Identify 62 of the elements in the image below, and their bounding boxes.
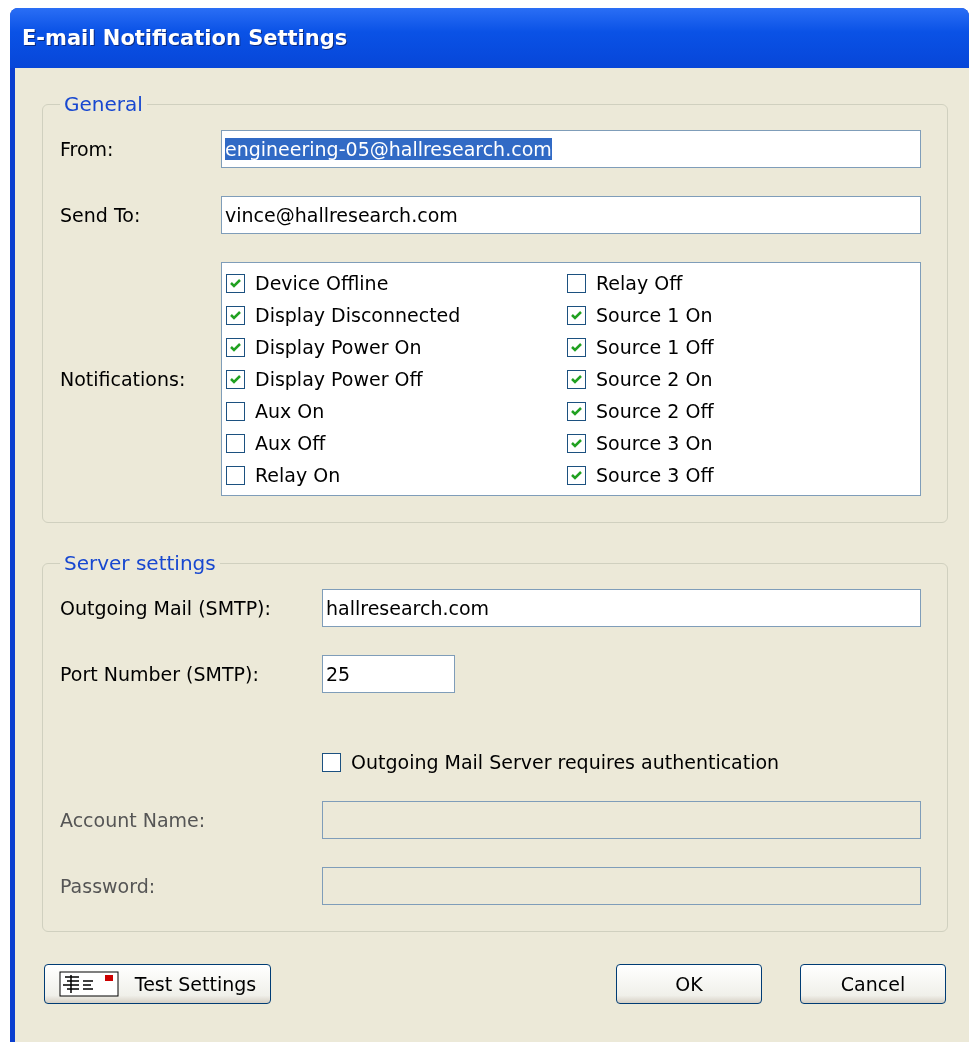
field-label: Account Name: — [60, 809, 207, 831]
checkbox[interactable] — [226, 273, 245, 293]
check-icon — [229, 308, 242, 322]
envelope-icon — [58, 971, 119, 997]
checkbox[interactable] — [567, 401, 586, 421]
check-icon — [570, 372, 583, 386]
checkbox[interactable] — [567, 369, 586, 389]
field-value: 25 — [326, 663, 351, 685]
checkbox[interactable] — [567, 433, 586, 453]
field-label: From: — [60, 138, 115, 160]
field-label: Outgoing Mail (SMTP): — [60, 597, 272, 619]
checkbox[interactable] — [567, 273, 586, 293]
checkbox-label[interactable]: Aux On — [255, 400, 325, 422]
check-icon — [570, 404, 583, 418]
checkbox-label[interactable]: Display Disconnected — [255, 304, 461, 326]
checkbox[interactable] — [226, 337, 245, 357]
checkbox[interactable] — [567, 337, 586, 357]
check-icon — [229, 276, 242, 290]
checkbox-label[interactable]: Outgoing Mail Server requires authentication — [351, 751, 780, 773]
checkbox[interactable] — [322, 752, 341, 772]
checkbox-label[interactable]: Relay On — [255, 464, 341, 486]
group-title: Server settings — [63, 551, 217, 575]
field-value: hallresearch.com — [326, 597, 490, 619]
checkbox[interactable] — [226, 465, 245, 485]
field-value: engineering-05@hallresearch.com — [225, 138, 552, 160]
field-label: Port Number (SMTP): — [60, 663, 260, 685]
input-field[interactable]: engineering-05@hallresearch.com — [221, 130, 921, 168]
checkbox[interactable] — [567, 305, 586, 325]
check-icon — [570, 468, 583, 482]
input-field[interactable]: 25 — [322, 655, 455, 693]
check-icon — [229, 372, 242, 386]
field-value: vince@hallresearch.com — [225, 204, 458, 226]
input-field[interactable]: hallresearch.com — [322, 589, 921, 627]
ok-button[interactable]: OK — [616, 964, 762, 1004]
check-icon — [570, 340, 583, 354]
cancel-button[interactable]: Cancel — [800, 964, 946, 1004]
check-icon — [570, 308, 583, 322]
checkbox-label[interactable]: Display Power Off — [255, 368, 423, 390]
test-settings-button[interactable]: Test Settings — [44, 964, 271, 1004]
checkbox-label[interactable]: Source 2 On — [596, 368, 713, 390]
checkbox[interactable] — [226, 401, 245, 421]
checkbox[interactable] — [226, 433, 245, 453]
check-icon — [229, 340, 242, 354]
checkbox-label[interactable]: Aux Off — [255, 432, 326, 454]
checkbox-label[interactable]: Relay Off — [596, 272, 683, 294]
input-field[interactable]: vince@hallresearch.com — [221, 196, 921, 234]
group-title: General — [63, 92, 144, 116]
checkbox[interactable] — [226, 369, 245, 389]
checkbox[interactable] — [226, 305, 245, 325]
checkbox-label[interactable]: Display Power On — [255, 336, 422, 358]
checkbox-label[interactable]: Source 2 Off — [596, 400, 714, 422]
checkbox-label[interactable]: Source 1 On — [596, 304, 713, 326]
field-label: Notifications: — [60, 368, 187, 390]
checkbox-label[interactable]: Source 3 Off — [596, 464, 714, 486]
check-icon — [570, 436, 583, 450]
field-label: Password: — [60, 875, 157, 897]
checkbox-label[interactable]: Source 3 On — [596, 432, 713, 454]
checkbox-label[interactable]: Source 1 Off — [596, 336, 714, 358]
window-title: E-mail Notification Settings — [22, 26, 348, 50]
field-label: Send To: — [60, 204, 142, 226]
checkbox[interactable] — [567, 465, 586, 485]
checkbox-label[interactable]: Device Offline — [255, 272, 389, 294]
